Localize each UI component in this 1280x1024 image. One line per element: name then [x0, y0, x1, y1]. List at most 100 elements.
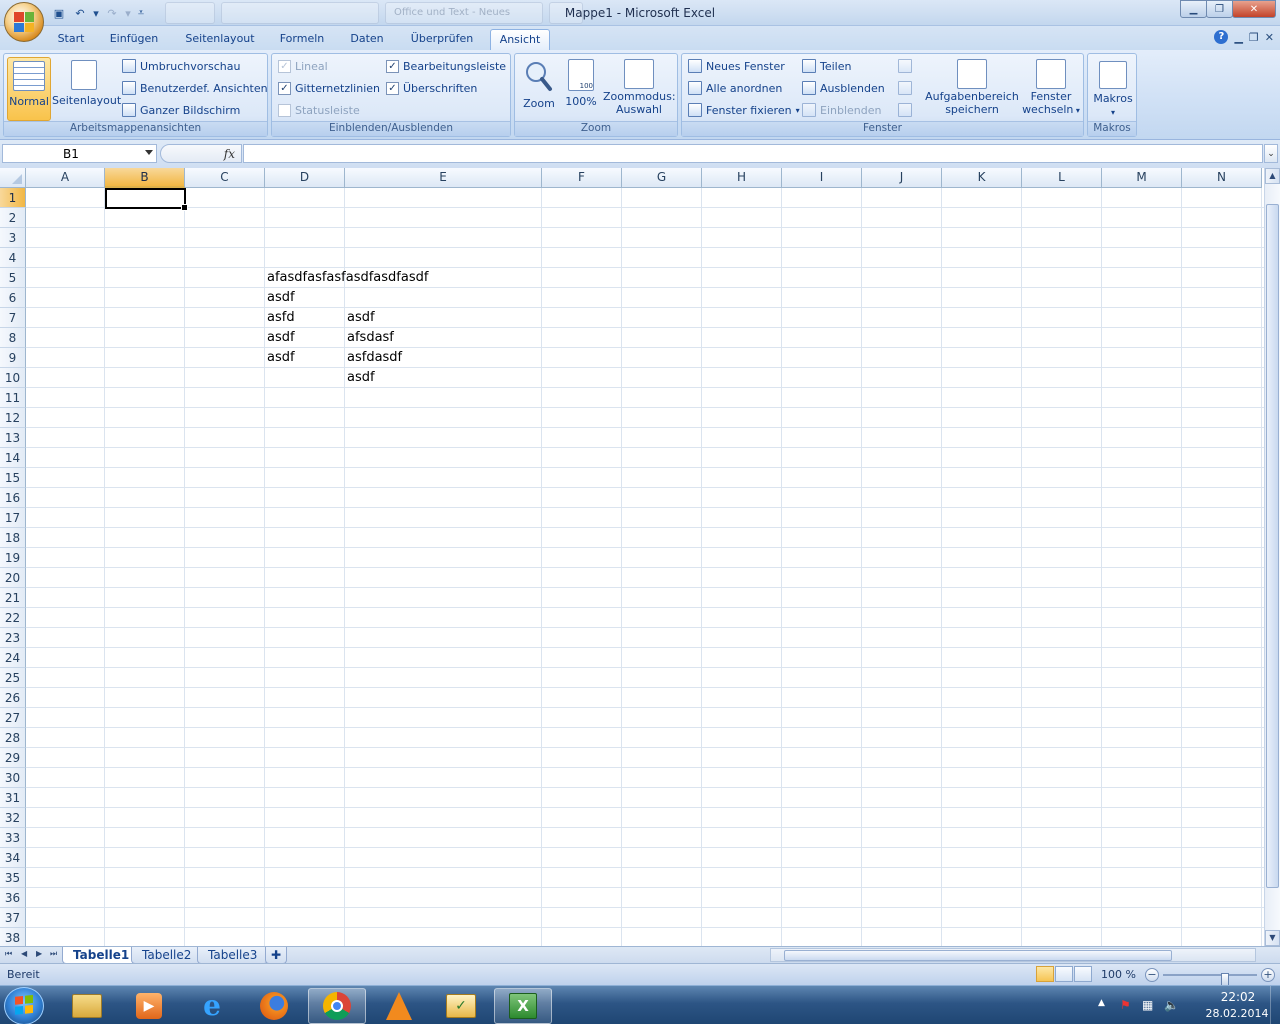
tab-start[interactable]: Start	[52, 29, 90, 50]
custom-views-button[interactable]: Benutzerdef. Ansichten	[122, 79, 268, 97]
arrange-all-button[interactable]: Alle anordnen	[688, 79, 782, 97]
row-header-38[interactable]: 38	[0, 928, 26, 946]
row-header-11[interactable]: 11	[0, 388, 26, 408]
column-header-l[interactable]: L	[1022, 168, 1102, 188]
row-header-26[interactable]: 26	[0, 688, 26, 708]
mini-minimize-icon[interactable]: ▁	[1234, 31, 1242, 44]
row-header-34[interactable]: 34	[0, 848, 26, 868]
tab-einfuegen[interactable]: Einfügen	[104, 29, 164, 50]
row-header-1[interactable]: 1	[0, 188, 26, 208]
tab-seitenlayout[interactable]: Seitenlayout	[180, 29, 260, 50]
column-header-f[interactable]: F	[542, 168, 622, 188]
row-header-6[interactable]: 6	[0, 288, 26, 308]
internet-explorer-icon[interactable]: e	[183, 988, 241, 1024]
page-layout-shortcut-icon[interactable]	[1055, 966, 1073, 982]
column-header-m[interactable]: M	[1102, 168, 1182, 188]
column-header-j[interactable]: J	[862, 168, 942, 188]
cell-d9[interactable]: asdf	[265, 348, 295, 368]
sheet-tab-tabelle3[interactable]: Tabelle3	[197, 947, 269, 964]
headings-checkbox[interactable]: ✓ Überschriften	[386, 79, 477, 97]
sync-scroll-button[interactable]	[898, 79, 912, 97]
reset-position-button[interactable]	[898, 101, 912, 119]
next-sheet-icon[interactable]: ▶	[36, 949, 42, 958]
row-header-22[interactable]: 22	[0, 608, 26, 628]
column-header-n[interactable]: N	[1182, 168, 1262, 188]
column-header-c[interactable]: C	[185, 168, 265, 188]
clock-time[interactable]: 22:02	[1208, 990, 1268, 1004]
zoom-out-icon[interactable]: −	[1145, 968, 1159, 982]
row-header-18[interactable]: 18	[0, 528, 26, 548]
row-header-24[interactable]: 24	[0, 648, 26, 668]
row-header-31[interactable]: 31	[0, 788, 26, 808]
page-break-preview-button[interactable]: Umbruchvorschau	[122, 57, 241, 75]
insert-sheet-icon[interactable]: ✚	[265, 947, 288, 964]
clock-date[interactable]: 28.02.2014	[1202, 1007, 1272, 1020]
row-header-20[interactable]: 20	[0, 568, 26, 588]
media-player-icon[interactable]: ▶	[120, 988, 178, 1024]
row-header-19[interactable]: 19	[0, 548, 26, 568]
show-desktop-button[interactable]	[1270, 986, 1280, 1024]
row-header-33[interactable]: 33	[0, 828, 26, 848]
row-header-27[interactable]: 27	[0, 708, 26, 728]
scroll-up-icon[interactable]: ▲	[1265, 168, 1280, 184]
row-header-3[interactable]: 3	[0, 228, 26, 248]
gridlines-checkbox[interactable]: ✓ Gitternetzlinien	[278, 79, 380, 97]
save-workspace-button[interactable]: Aufgabenbereich speichern	[924, 57, 1020, 121]
restore-icon[interactable]: ❐	[1206, 0, 1233, 18]
scroll-down-icon[interactable]: ▼	[1265, 930, 1280, 946]
row-header-8[interactable]: 8	[0, 328, 26, 348]
row-header-5[interactable]: 5	[0, 268, 26, 288]
zoom-selection-button[interactable]: Zoommodus: Auswahl	[603, 57, 676, 121]
column-header-a[interactable]: A	[26, 168, 105, 188]
row-header-12[interactable]: 12	[0, 408, 26, 428]
cell-e10[interactable]: asdf	[345, 368, 375, 388]
vlc-icon[interactable]	[370, 988, 428, 1024]
row-header-25[interactable]: 25	[0, 668, 26, 688]
column-header-k[interactable]: K	[942, 168, 1022, 188]
full-screen-button[interactable]: Ganzer Bildschirm	[122, 101, 240, 119]
insert-function-button[interactable]: fx	[160, 144, 242, 163]
cell-d6[interactable]: asdf	[265, 288, 295, 308]
firefox-icon[interactable]	[245, 988, 303, 1024]
first-sheet-icon[interactable]: ⏮	[5, 949, 12, 959]
active-cell-border[interactable]	[105, 188, 188, 211]
row-header-29[interactable]: 29	[0, 748, 26, 768]
column-header-d[interactable]: D	[265, 168, 345, 188]
formula-input[interactable]	[243, 144, 1263, 163]
start-button[interactable]	[4, 987, 44, 1024]
outlook-icon[interactable]: ✓	[432, 988, 490, 1024]
row-header-36[interactable]: 36	[0, 888, 26, 908]
row-header-28[interactable]: 28	[0, 728, 26, 748]
name-box-dropdown-icon[interactable]	[145, 150, 153, 155]
column-header-i[interactable]: I	[782, 168, 862, 188]
row-header-21[interactable]: 21	[0, 588, 26, 608]
split-button[interactable]: Teilen	[802, 57, 851, 75]
explorer-icon[interactable]	[58, 988, 116, 1024]
volume-icon[interactable]: 🔈	[1164, 998, 1179, 1012]
select-all-corner[interactable]	[0, 168, 26, 188]
action-center-icon[interactable]: ⚑	[1120, 998, 1131, 1012]
row-header-37[interactable]: 37	[0, 908, 26, 928]
tab-formeln[interactable]: Formeln	[274, 29, 330, 50]
column-header-b[interactable]: B	[105, 168, 185, 188]
network-icon[interactable]: ▦	[1142, 998, 1153, 1012]
macros-button[interactable]: Makros ▾	[1091, 57, 1135, 121]
column-header-h[interactable]: H	[702, 168, 782, 188]
cell-d8[interactable]: asdf	[265, 328, 295, 348]
row-header-13[interactable]: 13	[0, 428, 26, 448]
minimize-icon[interactable]: ▁	[1180, 0, 1207, 18]
row-header-14[interactable]: 14	[0, 448, 26, 468]
formula-bar-checkbox[interactable]: ✓ Bearbeitungsleiste	[386, 57, 506, 75]
hide-button[interactable]: Ausblenden	[802, 79, 885, 97]
freeze-panes-button[interactable]: Fenster fixieren ▾	[688, 101, 800, 119]
chrome-icon[interactable]	[308, 988, 366, 1024]
row-header-9[interactable]: 9	[0, 348, 26, 368]
ruler-checkbox[interactable]: ✓ Lineal	[278, 57, 328, 75]
tab-ansicht[interactable]: Ansicht	[490, 29, 550, 50]
row-header-17[interactable]: 17	[0, 508, 26, 528]
row-header-4[interactable]: 4	[0, 248, 26, 268]
row-header-2[interactable]: 2	[0, 208, 26, 228]
prev-sheet-icon[interactable]: ◀	[21, 949, 27, 958]
tab-ueberpruefen[interactable]: Überprüfen	[404, 29, 480, 50]
close-icon[interactable]: ✕	[1232, 0, 1276, 18]
